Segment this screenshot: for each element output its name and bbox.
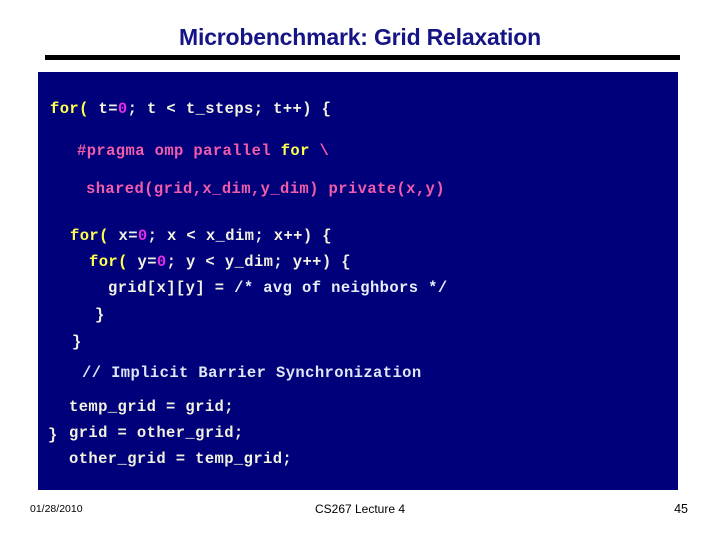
code-listing: for( t=0; t < t_steps; t++) { #pragma om… — [38, 72, 678, 490]
code-panel: for( t=0; t < t_steps; t++) { #pragma om… — [38, 72, 678, 490]
numeric-literal: 0 — [156, 253, 167, 271]
title-underline-rule — [45, 55, 680, 60]
numeric-literal: 0 — [137, 227, 148, 245]
code-token: ; t < t_steps; t++) { — [127, 100, 332, 118]
footer-lecture-label: CS267 Lecture 4 — [314, 502, 406, 516]
code-line-y-loop: for( y=0; y < y_dim; y++) { — [89, 253, 351, 271]
pragma-clauses: shared(grid,x_dim,y_dim) private(x,y) — [86, 180, 445, 198]
numeric-literal: 0 — [117, 100, 128, 118]
code-line-swap-3: other_grid = temp_grid; — [69, 450, 293, 468]
keyword-for: for( — [50, 100, 89, 118]
keyword-for: for( — [70, 227, 109, 245]
keyword-for: for( — [89, 253, 128, 271]
page-title: Microbenchmark: Grid Relaxation — [179, 24, 541, 50]
code-line-close-x-loop: } — [72, 333, 82, 351]
code-line-close-y-loop: } — [95, 306, 105, 324]
code-line-swap-2: grid = other_grid; — [69, 424, 244, 442]
code-token: y= — [127, 253, 157, 271]
code-line-close-time-loop: } — [48, 426, 58, 444]
block-comment: /* avg of neighbors */ — [234, 279, 448, 297]
code-token: ; x < x_dim; x++) { — [147, 227, 332, 245]
code-token: t= — [88, 100, 118, 118]
slide-footer: 01/28/2010 CS267 Lecture 4 45 — [0, 500, 720, 524]
code-token: grid[x][y] = — [108, 279, 235, 297]
code-line-omp-pragma: #pragma omp parallel for \ — [77, 142, 330, 160]
code-line-data-clauses: shared(grid,x_dim,y_dim) private(x,y) — [86, 180, 445, 198]
code-line-swap-1: temp_grid = grid; — [69, 398, 234, 416]
code-line-outer-time-loop: for( t=0; t < t_steps; t++) { — [50, 100, 332, 118]
code-token: x= — [108, 227, 138, 245]
line-continuation: \ — [309, 142, 330, 160]
keyword-for: for — [280, 142, 310, 160]
code-token: ; y < y_dim; y++) { — [166, 253, 351, 271]
code-line-barrier-comment: // Implicit Barrier Synchronization — [82, 364, 422, 382]
pragma-directive: #pragma omp parallel — [77, 142, 281, 160]
code-line-grid-assignment: grid[x][y] = /* avg of neighbors */ — [108, 279, 448, 297]
footer-page-number: 45 — [674, 502, 688, 516]
code-line-x-loop: for( x=0; x < x_dim; x++) { — [70, 227, 332, 245]
